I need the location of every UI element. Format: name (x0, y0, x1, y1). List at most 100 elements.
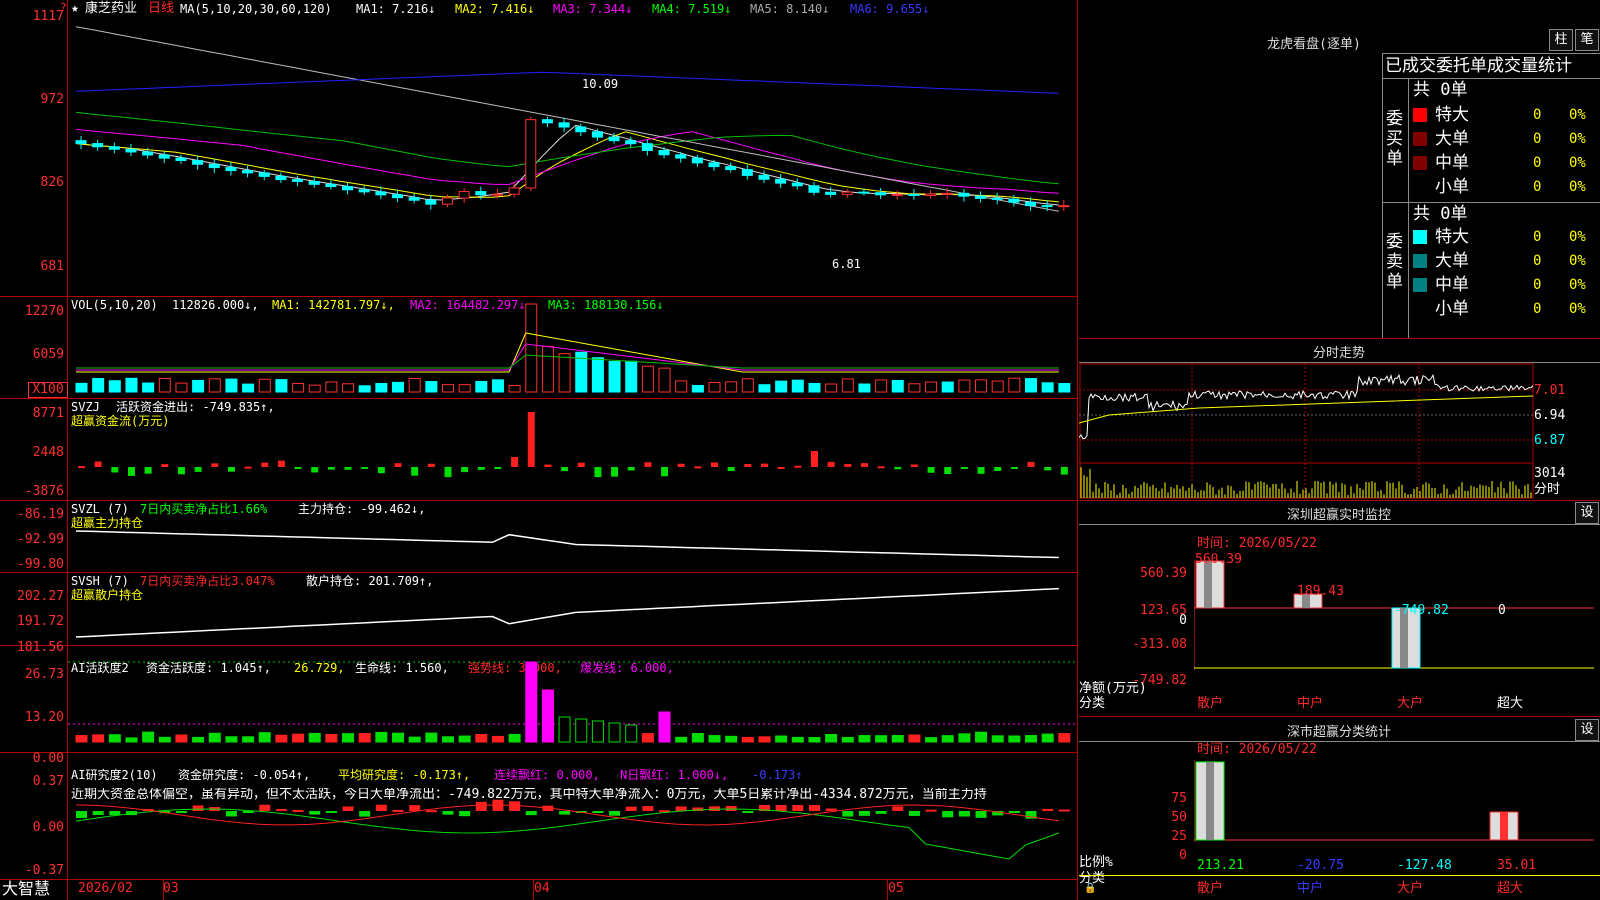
main-chart-area[interactable]: ? ★ 康芝药业 日线 MA(5,10,20,30,60,120) MA1: 7… (0, 0, 1096, 900)
candle-body (608, 136, 620, 142)
volume-bar (358, 385, 371, 393)
sz-stats-tick: 75 (1171, 791, 1187, 806)
order-pct: 0% (1569, 131, 1586, 147)
ai-research-tick: 0.00 (32, 820, 64, 835)
money-flow-bar (794, 465, 802, 468)
activity-bar (708, 735, 721, 743)
volume-bar (1058, 383, 1071, 393)
volume-bar (342, 383, 355, 393)
svzj-chart[interactable] (68, 399, 1077, 500)
activity-bar (675, 736, 688, 743)
candle-body (891, 193, 903, 196)
volume-chart[interactable] (68, 297, 1077, 398)
candle-body (758, 174, 770, 180)
sell-orders-label: 委卖单 (1386, 232, 1403, 292)
ai-research-chart[interactable] (68, 753, 1077, 879)
money-flow-bar (561, 467, 569, 472)
activity-bar (1041, 733, 1054, 743)
volume-bar (558, 353, 571, 393)
volume-bar (641, 365, 654, 393)
money-flow-bar (677, 463, 685, 467)
ai-research-tick: 0.37 (32, 774, 64, 789)
activity-bar (841, 736, 854, 743)
net-amount-bar-shade (1204, 561, 1212, 608)
volume-bar (441, 384, 454, 393)
money-flow-bar (494, 467, 502, 469)
candlestick-chart[interactable] (68, 0, 1077, 296)
sz-monitor-settings-button[interactable]: 设 (1575, 502, 1599, 524)
activity-bar (591, 720, 604, 743)
research-bar (342, 806, 354, 811)
sz-monitor-tick: 560.39 (1140, 566, 1187, 581)
activity-bar (92, 734, 105, 743)
sz-category: 超大 (1497, 696, 1524, 711)
order-pct: 0% (1569, 253, 1586, 269)
month-tick (533, 880, 534, 900)
candle-body (292, 179, 304, 182)
sz-bar-value: 189.43 (1297, 584, 1344, 599)
activity-bar (991, 735, 1004, 743)
svsh-chart[interactable] (68, 573, 1077, 645)
candle-body (641, 143, 653, 151)
candle-body (325, 183, 337, 188)
sz-stats-tick: 25 (1171, 829, 1187, 844)
activity-bar (325, 733, 338, 743)
activity-bar (125, 737, 138, 743)
tick-view-button[interactable]: 笔 (1575, 29, 1599, 51)
candle-body (475, 191, 487, 196)
activity-bar (441, 736, 454, 743)
activity-bar (725, 735, 738, 743)
sz-bar-value: 0 (1498, 603, 1506, 618)
volume-bar (908, 383, 921, 393)
activity-bar (75, 735, 88, 743)
volume-bar (1041, 382, 1054, 393)
bar-view-button[interactable]: 柱 (1549, 29, 1573, 51)
research-bar (242, 811, 254, 813)
brand-logo: 大智慧 (2, 879, 51, 898)
money-flow-bar (611, 467, 619, 477)
intraday-chart[interactable] (1079, 363, 1534, 499)
money-flow-bar (810, 451, 818, 467)
ratio-bar-shade (1206, 762, 1214, 840)
money-flow-bar (944, 467, 952, 475)
order-count: 0 (1533, 131, 1542, 147)
svzj-tick: 2448 (32, 445, 64, 460)
ai-active-chart[interactable] (68, 646, 1077, 752)
research-bar (908, 811, 920, 816)
ai-research-tick: -0.37 (24, 863, 64, 878)
month-tick (163, 880, 164, 900)
volume-bar (375, 382, 388, 393)
volume-bar (308, 384, 321, 393)
candle-body (208, 163, 220, 169)
candle-body (725, 166, 737, 171)
activity-bar (342, 733, 355, 743)
candle-body (941, 192, 953, 195)
svzl-tick: -92.99 (17, 532, 64, 547)
price-tick: 1117 (32, 9, 64, 24)
volume-bar (758, 384, 771, 393)
money-flow-bar (127, 467, 135, 476)
research-bar (642, 806, 654, 811)
svsh-tick: 191.72 (17, 614, 64, 629)
candle-body (925, 193, 937, 196)
right-sidebar: 龙虎看盘(逐单) 柱 笔 已成交委托单成交量统计 委买单 委卖单 共 0单 共 … (1079, 0, 1600, 900)
activity-bar (108, 734, 121, 743)
high-label: 10.09 (582, 77, 619, 91)
activity-bar (825, 733, 838, 743)
order-type: 小单 (1435, 177, 1469, 197)
vol-unit: X100 (28, 382, 68, 398)
sz-stats-chart[interactable] (1194, 760, 1594, 870)
ma-line (75, 124, 1059, 206)
ai-active-tick: 0.00 (32, 751, 64, 766)
activity-bar (858, 735, 871, 743)
money-flow-bar (544, 464, 552, 467)
volume-bar (625, 360, 638, 393)
money-flow-bar (927, 467, 935, 473)
activity-bar (475, 733, 488, 743)
month-tick (887, 880, 888, 900)
sz-stats-settings-button[interactable]: 设 (1575, 719, 1599, 741)
candle-body (358, 189, 370, 193)
sz-monitor-chart[interactable] (1194, 560, 1594, 686)
money-flow-bar (294, 467, 302, 469)
svzl-chart[interactable] (68, 501, 1077, 572)
